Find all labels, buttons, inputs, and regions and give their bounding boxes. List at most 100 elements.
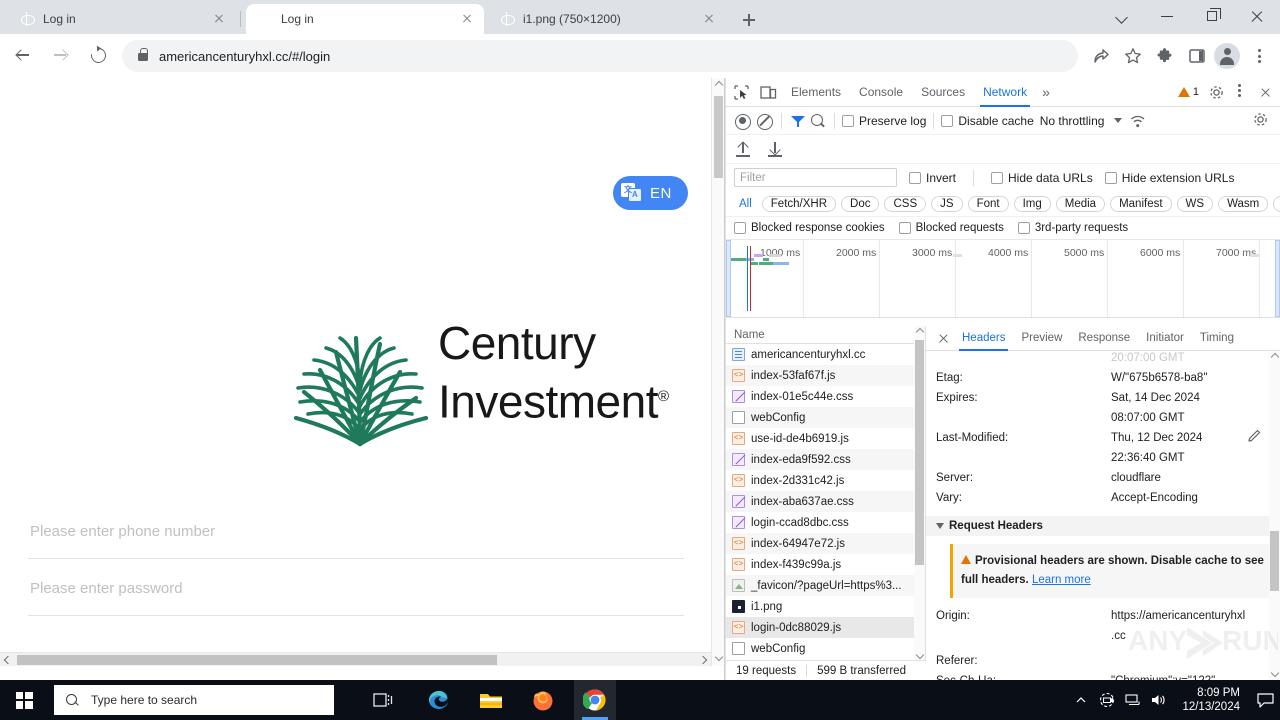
share-icon[interactable] [1086,41,1116,71]
task-view-icon[interactable] [362,680,404,720]
detail-tab-preview[interactable]: Preview [1013,326,1070,351]
blocked-requests-checkbox[interactable]: Blocked requests [898,222,1004,234]
tab-search-icon[interactable] [1100,0,1145,32]
type-chip-media[interactable]: Media [1055,195,1106,212]
request-row[interactable]: _favicon/?pageUrl=https%3... [726,575,925,596]
chrome-menu-icon[interactable] [1244,41,1274,71]
google-chrome-icon[interactable] [574,680,616,720]
inspect-element-icon[interactable] [728,79,755,106]
type-chip-all[interactable]: All [734,196,757,212]
phone-field[interactable]: Please enter phone number [28,503,684,559]
request-row[interactable]: americancenturyhxl.cc [726,344,925,365]
overview-right-handle[interactable] [1275,240,1280,317]
detail-tab-headers[interactable]: Headers [954,326,1013,351]
taskbar-search-input[interactable]: Type here to search [54,685,334,715]
scroll-down-icon[interactable] [915,650,924,660]
blocked-response-cookies-checkbox[interactable]: Blocked response cookies [734,222,885,234]
type-chip-ws[interactable]: WS [1176,195,1214,212]
close-detail-icon[interactable] [932,327,954,349]
search-icon[interactable] [809,112,827,130]
anydesk-tray-icon[interactable] [1094,680,1120,720]
export-har-icon[interactable] [766,140,784,158]
browser-tab-0[interactable]: Log in [8,4,236,34]
back-icon[interactable] [6,40,38,72]
throttling-select[interactable]: No throttling [1040,114,1105,128]
scroll-down-icon[interactable] [714,652,723,662]
devtools-tab-network[interactable]: Network [974,78,1036,107]
page-vertical-scrollbar[interactable] [711,78,724,666]
network-overview-timeline[interactable]: 1000 ms 2000 ms 3000 ms 4000 ms 5000 ms … [726,240,1280,318]
page-horizontal-scrollbar[interactable] [0,652,712,666]
devtools-menu-icon[interactable] [1230,79,1248,106]
devtools-tab-elements[interactable]: Elements [782,78,850,107]
close-window-icon[interactable] [1235,0,1280,32]
forward-icon[interactable] [44,40,76,72]
firefox-icon[interactable] [522,680,564,720]
request-row[interactable]: <> index-53faf67f.js [726,365,925,386]
tab-close-icon[interactable] [458,10,476,28]
type-chip-font[interactable]: Font [967,195,1009,212]
type-chip-js[interactable]: JS [931,195,963,212]
request-row[interactable]: <> index-f439c99a.js [726,554,925,575]
maximize-icon[interactable] [1190,0,1235,32]
type-chip-wasm[interactable]: Wasm [1218,195,1269,212]
type-chip-css[interactable]: CSS [884,195,927,212]
reload-icon[interactable] [82,40,114,72]
profile-avatar[interactable] [1214,43,1240,69]
invert-checkbox[interactable]: Invert [909,171,956,185]
record-button[interactable] [732,111,752,131]
tab-close-icon[interactable] [700,10,718,28]
hide-extension-urls-checkbox[interactable]: Hide extension URLs [1104,171,1234,185]
detail-tab-response[interactable]: Response [1070,326,1138,351]
request-row[interactable]: <> use-id-de4b6919.js [726,428,925,449]
scroll-right-icon[interactable] [698,655,708,665]
browser-tab-1[interactable]: Log in [246,4,484,34]
new-tab-button[interactable] [736,7,762,33]
device-toolbar-icon[interactable] [755,79,782,106]
horizontal-scroll-thumb[interactable] [17,655,497,665]
detail-tab-initiator[interactable]: Initiator [1138,326,1192,351]
devtools-tab-console[interactable]: Console [850,78,912,107]
warning-badge[interactable]: 1 [1177,86,1199,98]
scroll-up-icon[interactable] [1270,352,1279,362]
hide-data-urls-checkbox[interactable]: Hide data URLs [991,171,1093,185]
devtools-settings-gear-icon[interactable] [1203,79,1230,106]
overview-left-handle[interactable] [726,240,731,317]
network-settings-gear-icon[interactable] [1253,112,1271,130]
request-row[interactable]: <> index-2d331c42.js [726,470,925,491]
bookmark-star-icon[interactable] [1118,41,1148,71]
vertical-scroll-thumb[interactable] [714,96,723,178]
address-bar[interactable]: americancenturyhxl.cc/#/login [122,40,1078,72]
network-tray-icon[interactable] [1120,680,1146,720]
type-chip-other[interactable]: Other [1273,195,1280,212]
notification-center-icon[interactable] [1250,680,1280,720]
translate-widget[interactable]: 文A EN [613,176,688,210]
request-row[interactable]: login-ccad8dbc.css [726,512,925,533]
file-explorer-icon[interactable] [470,680,512,720]
devtools-more-tabs-icon[interactable]: » [1036,84,1056,100]
request-scroll-thumb[interactable] [915,340,924,565]
request-headers-section-title[interactable]: Request Headers [926,516,1280,536]
edit-and-replay-pencil-icon[interactable] [1248,428,1262,442]
microsoft-edge-icon[interactable] [418,680,460,720]
request-list[interactable]: Name americancenturyhxl.cc <> index-53fa… [726,326,926,680]
network-conditions-icon[interactable] [1130,112,1148,130]
clear-network-log-icon[interactable] [754,111,774,131]
volume-tray-icon[interactable] [1146,680,1172,720]
learn-more-link[interactable]: Learn more [1032,574,1091,586]
type-chip-img[interactable]: Img [1013,195,1051,212]
type-chip-fetch-xhr[interactable]: Fetch/XHR [761,195,837,212]
filter-funnel-icon[interactable] [789,112,807,130]
request-row[interactable]: <> index-64947e72.js [726,533,925,554]
request-list-scrollbar[interactable] [914,326,925,662]
detail-tab-timing[interactable]: Timing [1192,326,1242,351]
request-row[interactable]: index-aba637ae.css [726,491,925,512]
devtools-tab-sources[interactable]: Sources [912,78,974,107]
request-row[interactable]: index-01e5c44e.css [726,386,925,407]
request-row[interactable]: webConfig [726,638,925,659]
type-chip-doc[interactable]: Doc [841,195,880,212]
import-har-icon[interactable] [734,140,752,158]
scroll-up-icon[interactable] [714,80,723,90]
tab-close-icon[interactable] [210,10,228,28]
detail-scrollbar[interactable] [1269,351,1280,680]
